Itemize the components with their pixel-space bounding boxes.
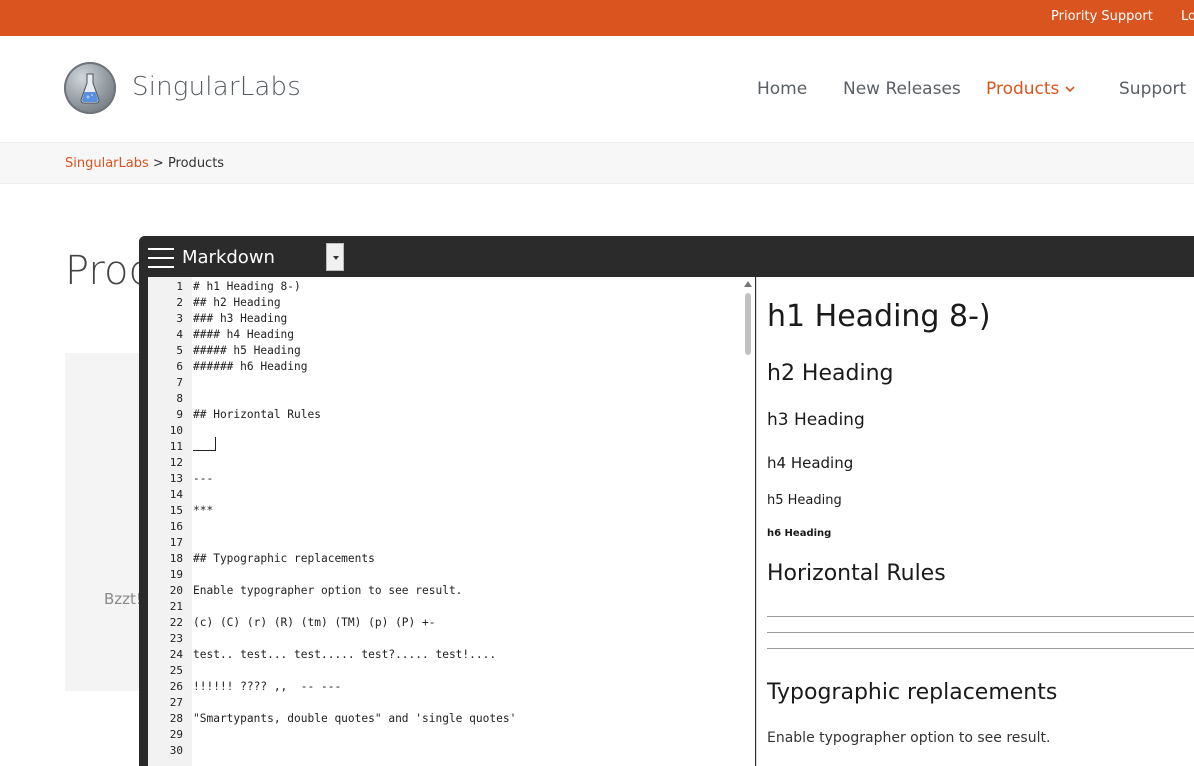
line-number: 1 bbox=[176, 280, 183, 293]
editor-toolbar: Markdown bbox=[139, 236, 1194, 277]
line-number: 21 bbox=[169, 600, 183, 613]
line-number: 16 bbox=[169, 520, 183, 533]
breadcrumb-bar: SingularLabs > Products bbox=[0, 142, 1194, 184]
line-number: 13 bbox=[169, 472, 183, 485]
code-line[interactable]: test.. test... test..... test?..... test… bbox=[193, 647, 496, 663]
preview-typographic-text: Enable typographer option to see result. bbox=[767, 730, 1051, 746]
line-number: 6 bbox=[176, 360, 183, 373]
dropdown-arrow-icon bbox=[333, 256, 339, 260]
line-number: 8 bbox=[176, 392, 183, 405]
code-line[interactable]: #### h4 Heading bbox=[193, 327, 294, 343]
preview-h5: h5 Heading bbox=[767, 493, 842, 508]
markdown-editor-window: Markdown 1 2 3 4 5 6 7 8 9 10 11 12 13 14 15 16 17 18 19 20… bbox=[139, 236, 1194, 766]
line-number-gutter: 1 2 3 4 5 6 7 8 9 10 11 12 13 14 15 16 17 18 19 20 21 22 23 24 2… bbox=[148, 277, 192, 766]
preview-hr-3 bbox=[767, 648, 1194, 649]
breadcrumb-separator: > bbox=[148, 156, 168, 171]
line-number: 12 bbox=[169, 456, 183, 469]
breadcrumb: SingularLabs > Products bbox=[65, 156, 224, 171]
preview-h4: h4 Heading bbox=[767, 454, 854, 472]
line-number: 28 bbox=[169, 712, 183, 725]
code-line[interactable]: --- bbox=[193, 471, 213, 487]
code-line[interactable]: ## Typographic replacements bbox=[193, 551, 375, 567]
line-number: 27 bbox=[169, 696, 183, 709]
nav-products[interactable]: Products bbox=[986, 79, 1059, 99]
chevron-down-icon[interactable] bbox=[1064, 83, 1076, 95]
line-number: 24 bbox=[169, 648, 183, 661]
breadcrumb-current: Products bbox=[167, 156, 225, 171]
line-number: 23 bbox=[169, 632, 183, 645]
line-number: 11 bbox=[169, 440, 183, 453]
vertical-scrollbar[interactable] bbox=[741, 277, 755, 766]
breadcrumb-home-link[interactable]: SingularLabs bbox=[65, 156, 149, 171]
code-line[interactable]: ## Horizontal Rules bbox=[193, 407, 321, 423]
hamburger-menu-icon[interactable] bbox=[148, 248, 174, 268]
preview-h1: h1 Heading 8-) bbox=[767, 299, 991, 334]
text-cursor bbox=[215, 437, 216, 451]
preview-typographic-heading: Typographic replacements bbox=[767, 680, 1058, 705]
nav-home[interactable]: Home bbox=[757, 79, 807, 99]
brand-name[interactable]: SingularLabs bbox=[132, 72, 301, 102]
priority-support-link[interactable]: Priority Support bbox=[1051, 9, 1153, 24]
bzzt-text: Bzzt! bbox=[104, 590, 142, 608]
mode-dropdown[interactable] bbox=[326, 243, 344, 271]
line-number: 17 bbox=[169, 536, 183, 549]
preview-hr-2 bbox=[767, 632, 1194, 633]
line-number: 19 bbox=[169, 568, 183, 581]
text-cursor-underline bbox=[193, 450, 215, 451]
source-pane[interactable]: 1 2 3 4 5 6 7 8 9 10 11 12 13 14 15 16 17 18 19 20 21 22 23 24 2… bbox=[148, 277, 755, 766]
code-line[interactable]: *** bbox=[193, 503, 213, 519]
preview-h2: h2 Heading bbox=[767, 361, 894, 386]
nav-support[interactable]: Support bbox=[1119, 79, 1186, 99]
line-number: 2 bbox=[176, 296, 183, 309]
code-line[interactable]: (c) (C) (r) (R) (tm) (TM) (p) (P) +- bbox=[193, 615, 435, 631]
line-number: 20 bbox=[169, 584, 183, 597]
line-number: 22 bbox=[169, 616, 183, 629]
line-number: 5 bbox=[176, 344, 183, 357]
editor-title: Markdown bbox=[182, 247, 275, 268]
site-header: SingularLabs Home New Releases Products … bbox=[0, 36, 1194, 142]
line-number: 9 bbox=[176, 408, 183, 421]
code-line[interactable]: "Smartypants, double quotes" and 'single… bbox=[193, 711, 516, 727]
line-number: 15 bbox=[169, 504, 183, 517]
code-line[interactable]: !!!!!! ???? ,, -- --- bbox=[193, 679, 341, 695]
code-line[interactable]: ##### h5 Heading bbox=[193, 343, 301, 359]
line-number: 3 bbox=[176, 312, 183, 325]
nav-new-releases[interactable]: New Releases bbox=[843, 79, 961, 99]
line-number: 10 bbox=[169, 424, 183, 437]
preview-h3: h3 Heading bbox=[767, 410, 865, 430]
preview-hr-1 bbox=[767, 616, 1194, 617]
line-number: 18 bbox=[169, 552, 183, 565]
scrollbar-thumb[interactable] bbox=[745, 293, 751, 355]
line-number: 29 bbox=[169, 728, 183, 741]
line-number: 25 bbox=[169, 664, 183, 677]
line-number: 14 bbox=[169, 488, 183, 501]
code-line[interactable]: # h1 Heading 8-) bbox=[193, 279, 301, 295]
scroll-up-arrow-icon[interactable] bbox=[744, 281, 752, 287]
flask-icon bbox=[80, 73, 100, 104]
code-line[interactable]: Enable typographer option to see result. bbox=[193, 583, 462, 599]
code-line[interactable]: ###### h6 Heading bbox=[193, 359, 308, 375]
login-link[interactable]: Lo bbox=[1181, 9, 1194, 24]
line-number: 26 bbox=[169, 680, 183, 693]
flask-logo-icon[interactable] bbox=[64, 62, 116, 114]
top-bar: Priority Support Lo bbox=[0, 0, 1194, 36]
code-line[interactable]: ### h3 Heading bbox=[193, 311, 287, 327]
line-number: 7 bbox=[176, 376, 183, 389]
code-line[interactable]: ## h2 Heading bbox=[193, 295, 281, 311]
line-number: 30 bbox=[169, 744, 183, 757]
preview-h6: h6 Heading bbox=[767, 528, 832, 539]
line-number: 4 bbox=[176, 328, 183, 341]
preview-pane: h1 Heading 8-) h2 Heading h3 Heading h4 … bbox=[756, 277, 1194, 766]
preview-horizontal-rules-heading: Horizontal Rules bbox=[767, 561, 946, 586]
